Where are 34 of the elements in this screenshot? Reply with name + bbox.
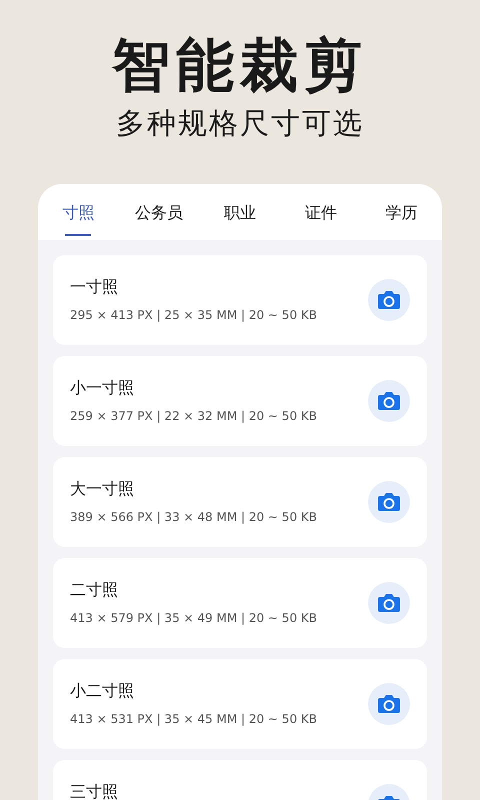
size-spec: 295 × 413 PX | 25 × 35 MM | 20 ~ 50 KB bbox=[70, 307, 318, 323]
tab[interactable]: 证件 bbox=[280, 202, 362, 240]
tab[interactable]: 学历 bbox=[361, 202, 442, 240]
tab[interactable]: 职业 bbox=[200, 202, 280, 240]
camera-button[interactable] bbox=[368, 380, 410, 422]
tab[interactable]: 寸照 bbox=[38, 202, 119, 240]
size-card[interactable]: 三寸照 bbox=[53, 760, 427, 800]
size-card[interactable]: 小一寸照 259 × 377 PX | 22 × 32 MM | 20 ~ 50 KB bbox=[53, 356, 427, 446]
size-card[interactable]: 二寸照 413 × 579 PX | 35 × 49 MM | 20 ~ 50 KB bbox=[53, 558, 427, 648]
size-title: 小一寸照 bbox=[70, 378, 135, 398]
camera-icon bbox=[377, 391, 401, 411]
size-card[interactable]: 大一寸照 389 × 566 PX | 33 × 48 MM | 20 ~ 50 KB bbox=[53, 457, 427, 547]
size-card[interactable]: 小二寸照 413 × 531 PX | 35 × 45 MM | 20 ~ 50 KB bbox=[53, 659, 427, 749]
size-card[interactable]: 一寸照 295 × 413 PX | 25 × 35 MM | 20 ~ 50 KB bbox=[53, 255, 427, 345]
camera-button[interactable] bbox=[368, 683, 410, 725]
size-title: 二寸照 bbox=[70, 580, 119, 600]
size-spec: 413 × 531 PX | 35 × 45 MM | 20 ~ 50 KB bbox=[70, 711, 318, 727]
headline: 智能裁剪 bbox=[112, 30, 368, 100]
camera-icon bbox=[377, 694, 401, 714]
size-spec: 413 × 579 PX | 35 × 49 MM | 20 ~ 50 KB bbox=[70, 610, 318, 626]
camera-icon bbox=[377, 492, 401, 512]
size-title: 三寸照 bbox=[70, 782, 119, 800]
camera-button[interactable] bbox=[368, 582, 410, 624]
size-title: 小二寸照 bbox=[70, 681, 135, 701]
size-title: 一寸照 bbox=[70, 277, 119, 297]
camera-icon bbox=[377, 290, 401, 310]
subtitle: 多种规格尺寸可选 bbox=[116, 105, 364, 142]
camera-button[interactable] bbox=[368, 279, 410, 321]
size-spec: 389 × 566 PX | 33 × 48 MM | 20 ~ 50 KB bbox=[70, 509, 318, 525]
size-title: 大一寸照 bbox=[70, 479, 135, 499]
camera-icon bbox=[377, 593, 401, 613]
tab[interactable]: 公务员 bbox=[118, 202, 200, 240]
camera-button[interactable] bbox=[368, 481, 410, 523]
size-spec: 259 × 377 PX | 22 × 32 MM | 20 ~ 50 KB bbox=[70, 408, 318, 424]
